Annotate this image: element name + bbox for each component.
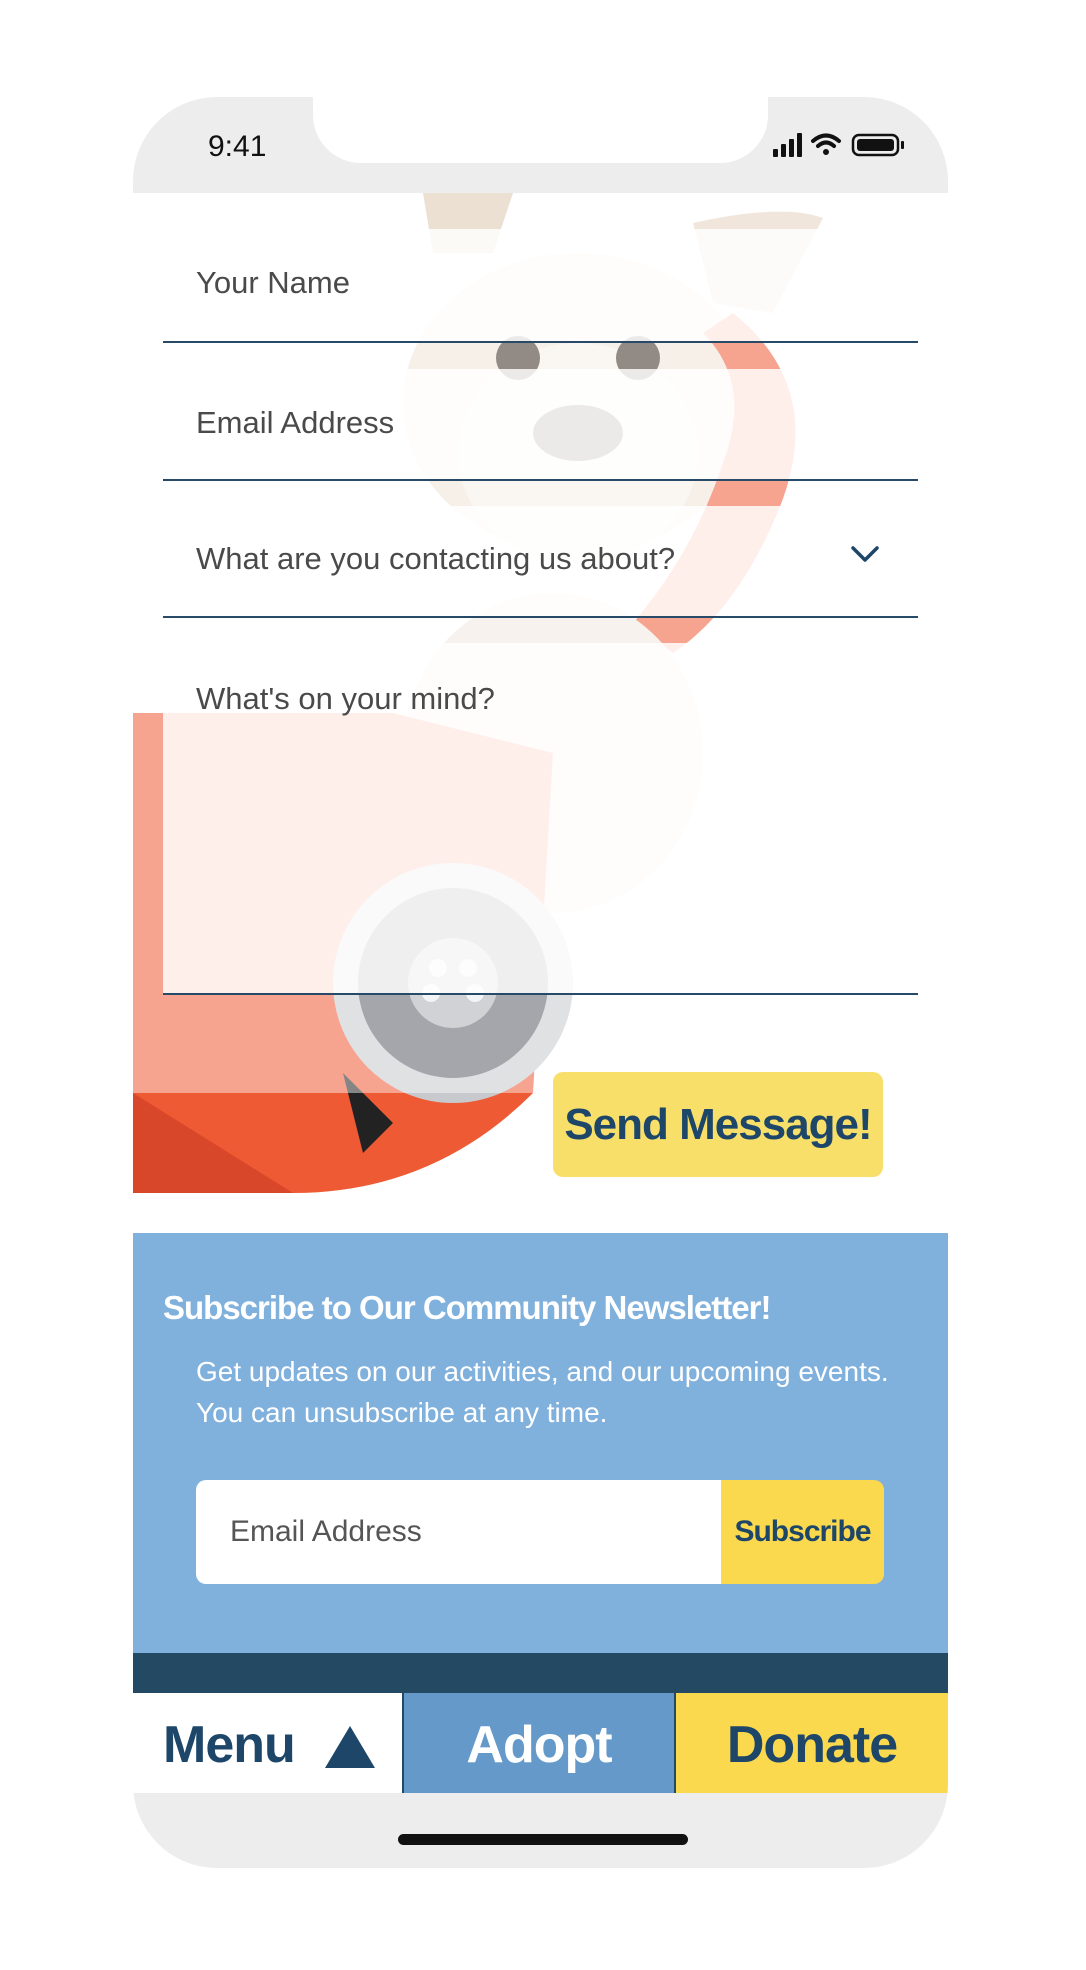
wifi-icon bbox=[811, 133, 841, 155]
nav-divider-bar bbox=[133, 1653, 948, 1693]
triangle-up-icon bbox=[325, 1726, 375, 1768]
name-placeholder: Your Name bbox=[196, 265, 350, 300]
newsletter-section: Subscribe to Our Community Newsletter! G… bbox=[133, 1233, 948, 1653]
email-field[interactable]: Email Address bbox=[163, 369, 918, 481]
topic-placeholder: What are you contacting us about? bbox=[196, 541, 676, 576]
home-indicator[interactable] bbox=[398, 1834, 688, 1845]
subscribe-button[interactable]: Subscribe bbox=[721, 1480, 884, 1584]
chevron-down-icon bbox=[851, 546, 879, 562]
message-textarea[interactable]: What's on your mind? bbox=[163, 643, 918, 995]
signal-icon bbox=[773, 133, 802, 157]
battery-icon bbox=[851, 133, 904, 157]
status-icons bbox=[773, 133, 904, 157]
topic-select[interactable]: What are you contacting us about? bbox=[163, 506, 918, 618]
donate-button[interactable]: Donate bbox=[676, 1693, 948, 1793]
menu-label: Menu bbox=[163, 1715, 296, 1774]
adopt-label: Adopt bbox=[466, 1715, 612, 1774]
name-field[interactable]: Your Name bbox=[163, 229, 918, 343]
newsletter-email-input[interactable] bbox=[196, 1480, 721, 1584]
message-placeholder: What's on your mind? bbox=[196, 681, 495, 716]
donate-label: Donate bbox=[726, 1715, 898, 1774]
menu-button[interactable]: Menu bbox=[133, 1693, 404, 1793]
email-placeholder: Email Address bbox=[196, 405, 395, 440]
bottom-nav: Menu Adopt Donate bbox=[133, 1693, 948, 1793]
newsletter-title: Subscribe to Our Community Newsletter! bbox=[163, 1289, 771, 1326]
device-notch bbox=[313, 97, 768, 163]
send-message-button[interactable]: Send Message! bbox=[553, 1072, 883, 1177]
newsletter-description: Get updates on our activities, and our u… bbox=[196, 1356, 889, 1428]
adopt-button[interactable]: Adopt bbox=[404, 1693, 676, 1793]
app-screen: Your Name Email Address What are you con… bbox=[133, 193, 948, 1793]
status-time: 9:41 bbox=[208, 130, 267, 163]
phone-frame: 9:41 Your Name Email Address What are yo… bbox=[133, 97, 948, 1868]
newsletter-form: Subscribe bbox=[196, 1480, 884, 1584]
